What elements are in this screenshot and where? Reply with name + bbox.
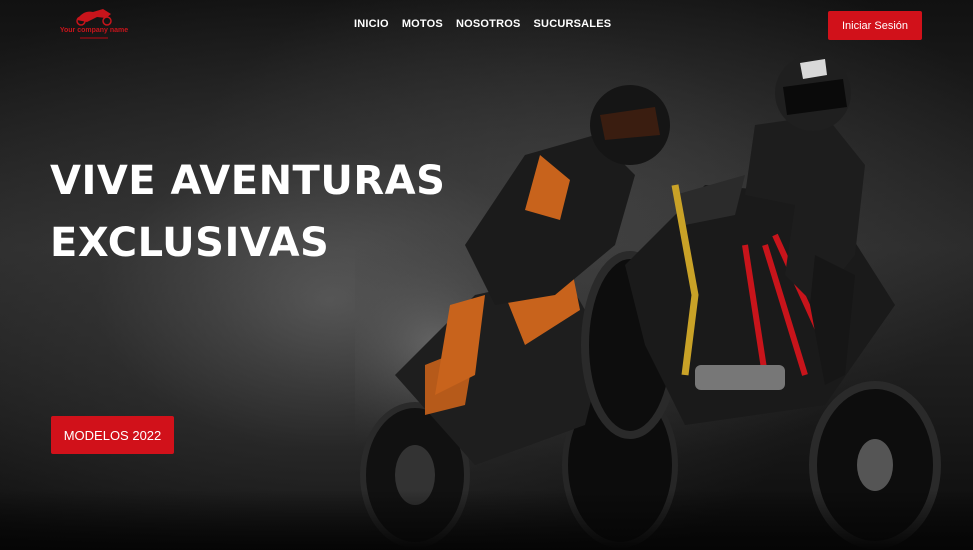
nav-item-motos[interactable]: MOTOS (402, 18, 443, 30)
logo-text: Your company name (59, 27, 129, 34)
nav-item-sucursales[interactable]: SUCURSALES (534, 18, 612, 30)
models-2022-button[interactable]: MODELOS 2022 (51, 416, 174, 454)
hero-headline: VIVE AVENTURAS EXCLUSIVAS (50, 150, 446, 274)
login-button[interactable]: Iniciar Sesión (828, 11, 922, 40)
hero-section: Your company name INICIO MOTOS NOSOTROS … (0, 0, 973, 550)
main-nav: INICIO MOTOS NOSOTROS SUCURSALES (354, 18, 611, 30)
headline-line-1: VIVE AVENTURAS (50, 158, 446, 204)
road-shadow (0, 490, 973, 550)
logo-underline (80, 37, 108, 39)
motorcycle-logo-icon (76, 9, 112, 26)
nav-item-nosotros[interactable]: NOSOTROS (456, 18, 521, 30)
nav-item-inicio[interactable]: INICIO (354, 18, 389, 30)
headline-line-2: EXCLUSIVAS (50, 220, 330, 266)
motorcycles-hero-image (355, 55, 941, 549)
company-logo[interactable]: Your company name (58, 6, 130, 44)
